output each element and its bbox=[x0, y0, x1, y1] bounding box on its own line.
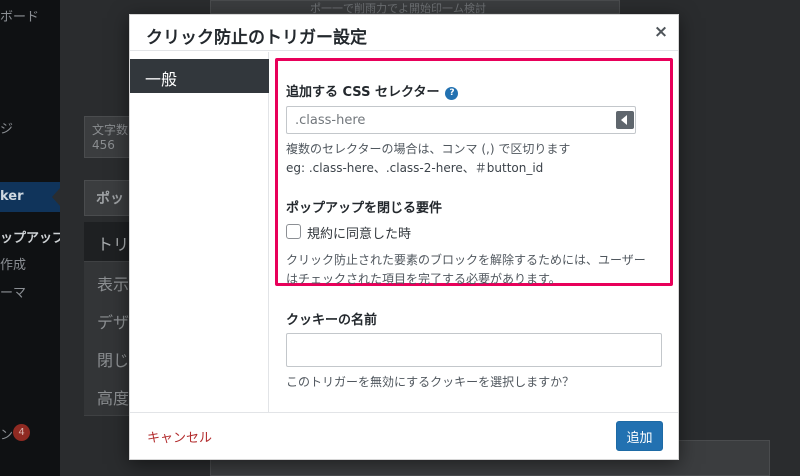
word-count-value: 456 bbox=[92, 138, 115, 152]
agree-terms-checkbox[interactable] bbox=[286, 224, 301, 239]
sidebar-active-arrow bbox=[52, 188, 60, 206]
add-button[interactable]: 追加 bbox=[616, 421, 663, 451]
sidebar-submenu-create[interactable]: 作成 bbox=[0, 254, 26, 273]
cancel-button[interactable]: キャンセル bbox=[147, 427, 212, 446]
modal-nav: 一般 bbox=[130, 52, 269, 412]
close-requirement-label: ポップアップを閉じる要件 bbox=[286, 201, 443, 216]
sidebar-item-page[interactable]: ジ bbox=[0, 118, 13, 137]
agree-terms-label[interactable]: 規約に同意した時 bbox=[307, 223, 411, 242]
close-requirement-help-1: クリック防止された要素のブロックを解除するためには、ユーザー bbox=[286, 253, 646, 267]
help-icon[interactable]: ? bbox=[445, 87, 459, 100]
cookie-name-input[interactable] bbox=[286, 333, 662, 367]
cookie-name-label: クッキーの名前 bbox=[286, 313, 378, 328]
close-requirement-help-2: はチェックされた項目を完了する必要があります。 bbox=[286, 272, 561, 286]
sidebar-submenu-popup[interactable]: ップアップ bbox=[0, 227, 65, 246]
select-arrow-icon[interactable] bbox=[616, 111, 634, 129]
cookie-name-help: このトリガーを無効にするクッキーを選択しますか？ bbox=[286, 375, 575, 389]
modal-body: 追加する CSS セレクター? 複数のセレクターの場合は、コンマ (,) で区切… bbox=[270, 52, 678, 412]
modal-header: クリック防止のトリガー設定 × bbox=[130, 15, 678, 51]
modal-title: クリック防止のトリガー設定 bbox=[146, 28, 367, 48]
css-selector-label: 追加する CSS セレクター? bbox=[286, 81, 459, 100]
sidebar-item-dashboard[interactable]: ボード bbox=[0, 6, 39, 25]
bg-panel-title: ポッ bbox=[96, 191, 124, 207]
modal-footer: キャンセル 追加 bbox=[130, 412, 678, 459]
css-selector-help-1: 複数のセレクターの場合は、コンマ (,) で区切ります bbox=[286, 142, 571, 156]
nav-item-general[interactable]: 一般 bbox=[130, 59, 269, 93]
css-selector-help-2: eg: .class-here、.class-2-here、＃button_id bbox=[286, 161, 544, 175]
sidebar-submenu-theme[interactable]: ーマ bbox=[0, 282, 26, 301]
plugin-update-badge: 4 bbox=[13, 424, 30, 441]
wp-admin-sidebar: ボード ジ ker ップアップ 作成 ーマ ン 4 bbox=[0, 0, 65, 476]
trigger-settings-modal: クリック防止のトリガー設定 × 一般 追加する CSS セレクター? 複数のセレ… bbox=[129, 14, 679, 460]
word-count-label: 文字数 bbox=[92, 123, 129, 137]
sidebar-item-plugins[interactable]: ン bbox=[0, 424, 13, 443]
close-icon[interactable]: × bbox=[652, 22, 670, 42]
sidebar-item-active-plugin[interactable]: ker bbox=[0, 182, 60, 212]
css-selector-input[interactable] bbox=[286, 106, 636, 134]
